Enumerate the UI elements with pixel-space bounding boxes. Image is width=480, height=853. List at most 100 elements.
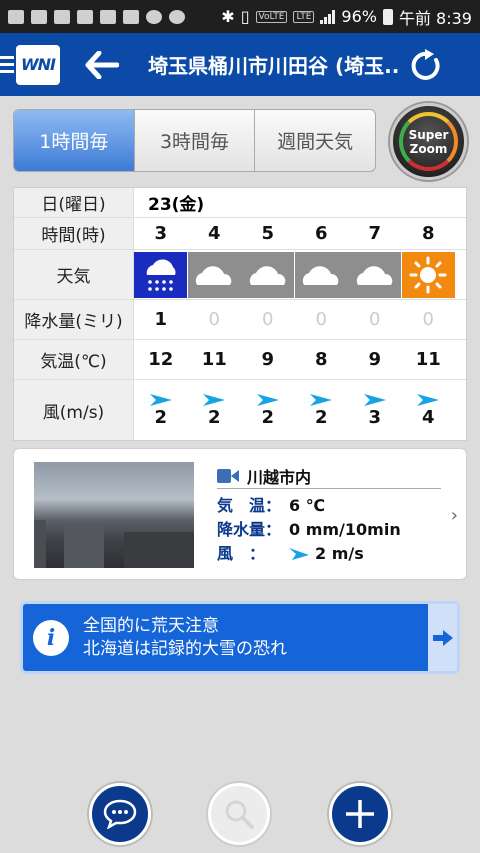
logo-text: WNI	[21, 55, 56, 74]
hour-cell: 6	[314, 223, 328, 244]
precip-cell: 0	[422, 309, 434, 330]
cam-wind-label: 風 ：	[217, 544, 266, 563]
chevron-right-icon[interactable]: ›	[451, 505, 458, 526]
cam-rain-value: 0 mm/10min	[289, 520, 401, 539]
location-title: 埼玉県桶川市川田谷 (埼玉...	[148, 54, 398, 78]
temp-row: 気温(℃) 12 11 9 8 9 11	[14, 340, 466, 380]
chat-bubble-icon	[103, 799, 137, 829]
precip-row: 降水量(ミリ) 1 0 0 0 0 0	[14, 300, 466, 340]
cam-temp-label: 気 温：	[217, 496, 282, 515]
facebook-icon	[100, 9, 116, 24]
wind-row-header: 風(m/s)	[14, 380, 134, 440]
facebook-icon	[77, 9, 93, 24]
weather-row: 天気	[14, 250, 466, 300]
precip-cell: 0	[208, 309, 220, 330]
weather-alert-banner[interactable]: i 全国的に荒天注意 北海道は記録的大雪の恐れ	[20, 601, 460, 674]
temp-cell: 11	[415, 349, 441, 370]
temp-cell: 9	[261, 349, 275, 370]
wind-direction-icon	[256, 393, 279, 406]
menu-icon[interactable]	[0, 56, 14, 73]
cam-wind-value: 2 m/s	[315, 544, 364, 563]
battery-percent: 96%	[341, 7, 377, 26]
cam-rain-label: 降水量：	[217, 520, 282, 539]
wifi-call-icon	[169, 9, 185, 24]
plus-icon	[346, 800, 374, 828]
precip-cell: 1	[154, 309, 168, 330]
facebook-icon	[54, 9, 70, 24]
search-notification-icon	[146, 9, 162, 24]
superzoom-button[interactable]: Super Zoom	[390, 103, 467, 180]
info-icon: i	[33, 619, 69, 656]
network-type: LTE	[293, 10, 315, 23]
search-button[interactable]	[208, 783, 270, 845]
app-notification-icon	[123, 9, 139, 24]
arrow-right-icon[interactable]	[428, 604, 457, 671]
time-row-header: 時間(時)	[14, 218, 134, 249]
wind-direction-icon	[310, 393, 333, 406]
live-camera-card[interactable]: 川越市内 気 温： 6 ℃ 降水量： 0 mm/10min 風 ： 2 m/s ›	[13, 448, 467, 580]
date-row: 日(曜日) 23(金)	[14, 188, 466, 218]
wind-direction-icon	[363, 393, 386, 406]
refresh-icon[interactable]	[406, 45, 446, 85]
notification-icons	[8, 9, 185, 24]
battery-icon	[382, 8, 393, 25]
message-icon	[8, 9, 24, 24]
volte-badge: VoLTE	[255, 10, 288, 23]
wind-cell: 3	[368, 406, 382, 428]
wind-row: 風(m/s) 2 2 2 2 3 4	[14, 380, 466, 440]
temp-cell: 8	[314, 349, 328, 370]
alert-line-1: 全国的に荒天注意	[83, 615, 219, 636]
period-tabs: 1時間毎 3時間毎 週間天気	[13, 109, 376, 172]
hour-cell: 3	[154, 223, 168, 244]
temp-cell: 11	[201, 349, 227, 370]
wind-cell: 2	[207, 406, 221, 428]
precip-row-header: 降水量(ミリ)	[14, 300, 134, 339]
video-camera-icon	[217, 468, 239, 483]
rain-icon	[134, 251, 188, 298]
date-row-header: 日(曜日)	[14, 188, 134, 217]
precip-cell: 0	[315, 309, 327, 330]
clock: 午前 8:39	[398, 8, 472, 28]
hour-cell: 7	[368, 223, 382, 244]
tab-hourly[interactable]: 1時間毎	[14, 110, 135, 171]
hour-cell: 8	[421, 223, 435, 244]
signal-icon	[320, 9, 336, 24]
add-location-button[interactable]	[329, 783, 391, 845]
cloud-icon	[294, 251, 348, 298]
alert-text: 全国的に荒天注意 北海道は記録的大雪の恐れ	[83, 615, 428, 661]
hourly-forecast-table: 日(曜日) 23(金) 時間(時) 3 4 5 6 7 8 天気 降水量(ミリ)…	[13, 187, 467, 441]
hour-cell: 5	[261, 223, 275, 244]
facebook-icon	[31, 9, 47, 24]
wind-cell: 2	[261, 406, 275, 428]
system-indicators: ✱ ▯ VoLTE LTE 96% 午前 8:39	[221, 5, 472, 29]
search-icon	[225, 800, 254, 829]
date-value: 23(金)	[148, 195, 205, 215]
temp-cell: 12	[148, 349, 174, 370]
weather-row-header: 天気	[14, 250, 134, 299]
temp-row-header: 気温(℃)	[14, 340, 134, 379]
superzoom-label: Super Zoom	[408, 127, 449, 156]
precip-cell: 0	[262, 309, 274, 330]
cloud-icon	[348, 251, 402, 298]
app-logo[interactable]: WNI	[16, 44, 60, 85]
camera-title-row: 川越市内	[217, 463, 441, 489]
tab-3hourly[interactable]: 3時間毎	[135, 110, 256, 171]
wind-direction-icon	[417, 393, 440, 406]
alert-line-2: 北海道は記録的大雪の恐れ	[83, 638, 287, 659]
temp-cell: 9	[368, 349, 382, 370]
tab-weekly[interactable]: 週間天気	[255, 110, 375, 171]
wind-cell: 2	[314, 406, 328, 428]
back-arrow-icon[interactable]	[82, 45, 122, 85]
wind-direction-icon	[203, 393, 226, 406]
wind-cell: 4	[421, 406, 435, 428]
sun-icon	[401, 251, 455, 298]
wind-direction-icon	[289, 548, 309, 560]
hour-cell: 4	[207, 223, 221, 244]
chat-button[interactable]	[89, 783, 151, 845]
camera-readings: 気 温： 6 ℃ 降水量： 0 mm/10min 風 ： 2 m/s	[217, 494, 401, 566]
camera-image	[34, 462, 194, 568]
cam-temp-value: 6 ℃	[289, 496, 326, 515]
app-header: WNI 埼玉県桶川市川田谷 (埼玉...	[0, 33, 480, 96]
wind-cell: 2	[154, 406, 168, 428]
wind-direction-icon	[149, 393, 172, 406]
